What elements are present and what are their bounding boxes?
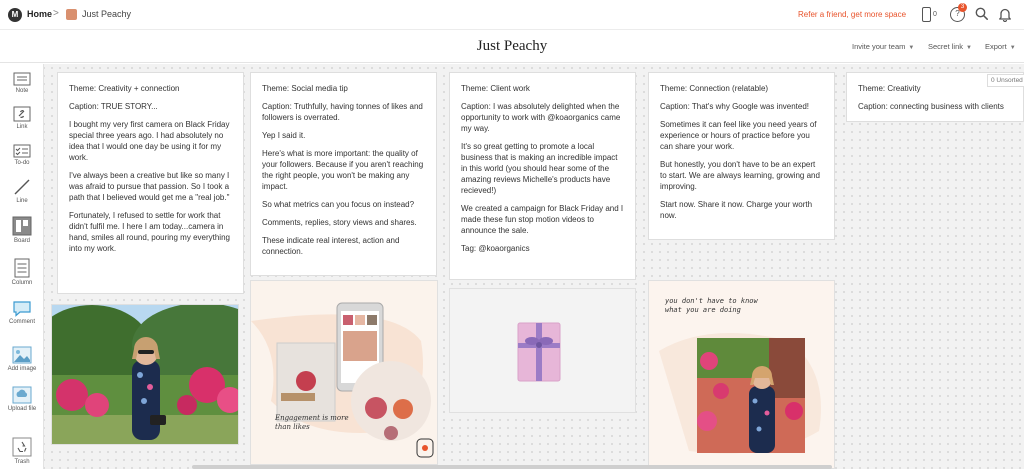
tool-line-label: Line — [16, 198, 28, 204]
card-caption: Caption: TRUE STORY... — [69, 102, 158, 111]
upload-icon — [12, 386, 32, 404]
board-title-bar: Just Peachy Invite your team ▼ Secret lin… — [0, 31, 1024, 63]
tool-upload-file[interactable]: Upload file — [0, 386, 44, 412]
tool-note[interactable]: Note — [0, 72, 44, 94]
card-paragraph: But honestly, you don't have to be an ex… — [660, 160, 820, 191]
tool-add-image-label: Add image — [7, 366, 37, 372]
note-card[interactable]: Theme: Creativity + connection Caption: … — [57, 72, 244, 294]
chevron-down-icon: ▼ — [1009, 45, 1016, 51]
note-card[interactable]: Theme: Client work Caption: I was absolu… — [449, 72, 636, 280]
app-logo[interactable]: M — [8, 8, 22, 22]
secret-link-label: Secret link — [928, 42, 964, 51]
tool-upload-file-label: Upload file — [7, 406, 37, 412]
refer-friend-link[interactable]: Refer a friend, get more space — [798, 10, 906, 19]
image-card-gift-box[interactable] — [449, 288, 636, 413]
image-card-engagement[interactable]: Engagement is more than likes — [250, 280, 438, 465]
tool-todo-label: To-do — [14, 160, 30, 166]
breadcrumb-home[interactable]: Home — [27, 9, 52, 19]
card-theme: Theme: Connection (relatable) — [660, 84, 769, 93]
breadcrumb-board[interactable]: Just Peachy — [82, 9, 131, 19]
card-paragraph: Here's what is more important: the quali… — [262, 149, 424, 191]
engagement-caption: Engagement is more than likes — [275, 414, 349, 431]
export-label: Export — [985, 42, 1007, 51]
image-icon — [12, 346, 32, 364]
note-card[interactable]: Theme: Connection (relatable) Caption: T… — [648, 72, 835, 240]
export-button[interactable]: Export ▼ — [985, 42, 1016, 51]
tool-note-label: Note — [15, 88, 29, 94]
tool-comment-label: Comment — [8, 319, 35, 325]
garden-photo — [52, 305, 238, 444]
line-icon — [14, 179, 30, 195]
note-card[interactable]: Theme: Social media tip Caption: Truthfu… — [250, 72, 437, 276]
bell-icon[interactable] — [998, 7, 1012, 22]
quote-caption: you don't have to know what you are doin… — [665, 297, 758, 314]
tool-add-image[interactable]: Add image — [0, 346, 44, 372]
tool-trash-label: Trash — [14, 459, 30, 465]
unsorted-tab[interactable]: 0 Unsorted — [987, 74, 1024, 87]
card-caption: Caption: I was absolutely delighted when… — [461, 102, 621, 133]
card-paragraph: It's so great getting to promote a local… — [461, 142, 618, 195]
card-paragraph: Tag: @koaorganics — [461, 244, 530, 253]
invite-team-label: Invite your team — [852, 42, 906, 51]
image-card-quote-photo[interactable]: you don't have to know what you are doin… — [648, 280, 835, 469]
tool-column[interactable]: Column — [0, 258, 44, 286]
board-icon — [12, 216, 32, 236]
card-paragraph: I bought my very first camera on Black F… — [69, 120, 230, 162]
top-bar: M Home > Just Peachy Refer a friend, get… — [0, 0, 1024, 30]
card-paragraph: I've always been a creative but like so … — [69, 171, 230, 202]
tool-link[interactable]: Link — [0, 106, 44, 130]
tool-comment[interactable]: Comment — [0, 300, 44, 325]
card-theme: Theme: Client work — [461, 84, 530, 93]
notification-badge: 3 — [958, 3, 967, 12]
secret-link-button[interactable]: Secret link ▼ — [928, 42, 972, 51]
card-paragraph: We created a campaign for Black Friday a… — [461, 204, 624, 235]
card-caption: Caption: That's why Google was invented! — [660, 102, 810, 111]
chevron-down-icon: ▼ — [966, 45, 972, 51]
card-theme: Theme: Creativity + connection — [69, 84, 180, 93]
horizontal-scrollbar[interactable] — [192, 465, 832, 469]
gift-box-photo — [450, 289, 635, 412]
device-icon[interactable] — [922, 7, 931, 22]
tool-board[interactable]: Board — [0, 216, 44, 244]
card-paragraph: Comments, replies, story views and share… — [262, 218, 417, 227]
tool-todo[interactable]: To-do — [0, 144, 44, 166]
search-icon[interactable] — [975, 7, 988, 20]
card-paragraph: Sometimes it can feel like you need year… — [660, 120, 817, 151]
card-theme: Theme: Social media tip — [262, 84, 348, 93]
tool-trash[interactable]: Trash — [0, 437, 44, 465]
invite-team-button[interactable]: Invite your team ▼ — [852, 42, 914, 51]
tool-link-label: Link — [16, 124, 28, 130]
card-paragraph: Start now. Share it now. Charge your wor… — [660, 200, 813, 220]
tool-board-label: Board — [13, 238, 30, 244]
breadcrumb-separator: > — [53, 8, 59, 19]
board-color-swatch — [66, 9, 77, 20]
comment-icon — [13, 301, 31, 317]
left-toolbar: Note Link To-do Line Board Column Commen… — [0, 64, 44, 469]
card-caption: Caption: Truthfully, having tonnes of li… — [262, 102, 423, 122]
trash-icon — [12, 437, 32, 457]
todo-icon — [13, 144, 31, 158]
device-count: 0 — [933, 11, 937, 18]
column-icon — [14, 258, 30, 278]
image-card-garden-photo[interactable] — [51, 304, 239, 445]
note-icon — [13, 72, 31, 86]
card-caption: Caption: connecting business with client… — [858, 102, 1004, 111]
card-paragraph: So what metrics can you focus on instead… — [262, 200, 415, 209]
engagement-graphic — [251, 281, 437, 464]
card-paragraph: Fortunately, I refused to settle for wor… — [69, 211, 230, 253]
tool-line[interactable]: Line — [0, 178, 44, 204]
card-paragraph: These indicate real interest, action and… — [262, 236, 400, 256]
tool-column-label: Column — [11, 280, 33, 286]
link-icon — [13, 106, 31, 122]
chevron-down-icon: ▼ — [908, 45, 915, 51]
card-paragraph: Yep I said it. — [262, 131, 306, 140]
